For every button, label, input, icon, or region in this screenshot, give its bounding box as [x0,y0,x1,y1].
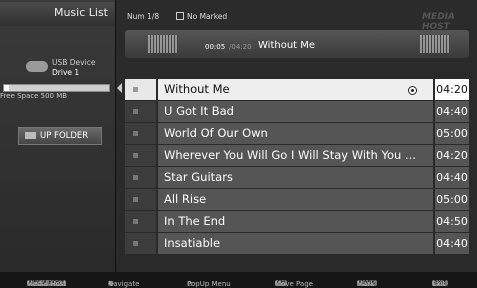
total-time: /04:20 [229,43,252,51]
checkbox-icon [133,197,138,202]
track-duration: 05:00 [435,189,469,210]
track-title: Star Guitars [158,167,433,188]
track-checkbox[interactable] [125,189,156,210]
checkbox-icon [133,175,138,180]
track-checkbox[interactable] [125,145,156,166]
device-name: USB Device [52,58,96,67]
marked-label: No Marked [187,12,228,21]
checkbox-icon [133,131,138,136]
track-checkbox[interactable] [125,101,156,122]
track-checkbox[interactable] [125,167,156,188]
equalizer-right-icon [420,35,450,53]
track-row[interactable]: World Of Our Own 05:00 [125,123,469,145]
usb-drive-icon [26,61,48,72]
footer-bar: MEDIA HOST Media Host ✥ Navigate ⊙ PopUp … [0,272,477,288]
track-title: All Rise [158,189,433,210]
up-folder-label: UP FOLDER [40,131,89,141]
track-title: Wherever You Will Go I Will Stay With Yo… [158,145,433,166]
track-row[interactable]: U Got It Bad 04:40 [125,101,469,123]
left-arrow-icon[interactable] [117,83,122,93]
checkbox-icon [133,219,138,224]
checkbox-icon [176,12,184,20]
up-folder-button[interactable]: UP FOLDER [18,127,102,145]
checkbox-icon [133,87,138,92]
marked-status: No Marked [176,12,227,21]
track-title: World Of Our Own [158,123,433,144]
free-space-label: Free Space 500 MB [0,92,68,100]
track-title: In The End [158,211,433,232]
track-duration: 04:40 [435,101,469,122]
track-title: U Got It Bad [158,101,433,122]
track-duration: 04:40 [435,233,469,254]
track-checkbox[interactable] [125,233,156,254]
storage-usage-bar [3,84,110,92]
media-host-logo: MEDIA HOST [422,12,455,32]
track-counter: Num 1/8 [127,12,160,21]
track-list: Without Me 04:20 U Got It Bad 04:40 World Of… [125,79,469,255]
page-title: Music List [53,6,108,19]
track-duration: 04:50 [435,211,469,232]
track-duration: 04:20 [435,79,469,100]
playing-icon [408,86,417,95]
checkbox-icon [133,153,138,158]
track-duration: 05:00 [435,123,469,144]
drive-label: Drive 1 [52,68,80,77]
track-row[interactable]: Star Guitars 04:40 [125,167,469,189]
track-title: Without Me [158,79,433,100]
track-row[interactable]: Wherever You Will Go I Will Stay With Yo… [125,145,469,167]
current-time: 00:05 [205,43,226,51]
sidebar-panel: Music List USB Device Drive 1 Free Space… [0,0,116,272]
track-title: Insatiable [158,233,433,254]
track-row[interactable]: Without Me 04:20 [125,79,469,101]
storage-usage-fill [4,85,10,91]
checkbox-icon [133,109,138,114]
track-row[interactable]: All Rise 05:00 [125,189,469,211]
track-duration: 04:40 [435,167,469,188]
equalizer-left-icon [148,35,178,53]
track-row[interactable]: Insatiable 04:40 [125,233,469,255]
track-row[interactable]: In The End 04:50 [125,211,469,233]
track-checkbox[interactable] [125,123,156,144]
folder-icon [25,132,36,139]
track-duration: 04:20 [435,145,469,166]
checkbox-icon [133,241,138,246]
track-checkbox[interactable] [125,79,156,100]
now-playing-title: Without Me [258,40,316,51]
track-checkbox[interactable] [125,211,156,232]
